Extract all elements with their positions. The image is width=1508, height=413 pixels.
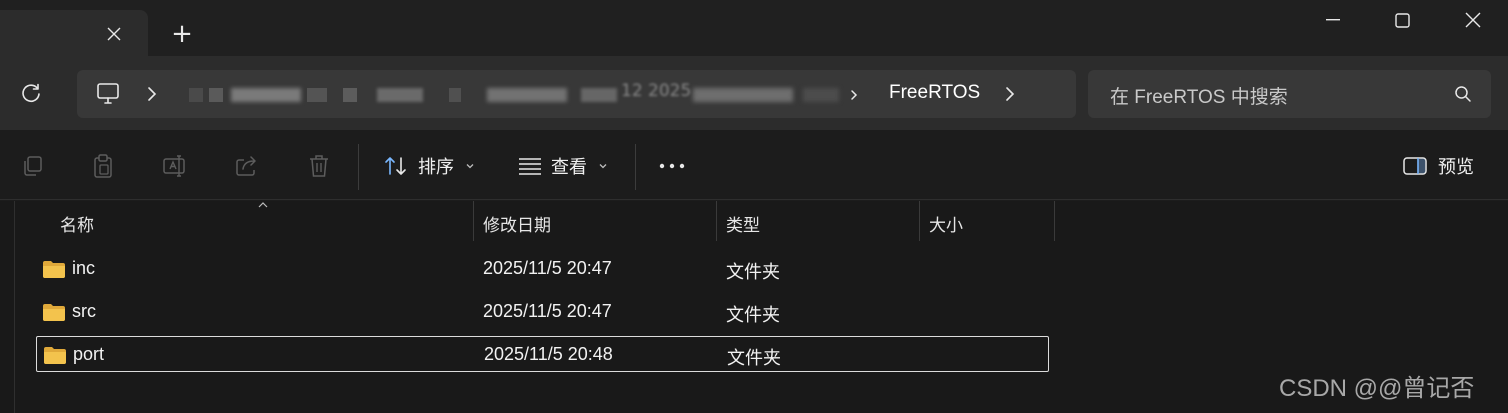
- chevron-down-icon: [599, 164, 607, 169]
- sort-icon: [385, 157, 406, 175]
- minimize-button[interactable]: [1310, 4, 1356, 36]
- file-modified: 2025/11/5 20:47: [483, 258, 612, 278]
- file-row[interactable]: src 2025/11/5 20:47 文件夹: [36, 294, 1049, 330]
- file-name: src: [72, 301, 96, 321]
- file-row-selected[interactable]: port 2025/11/5 20:48 文件夹: [36, 336, 1049, 372]
- preview-button[interactable]: 预览: [1402, 150, 1474, 182]
- file-name: port: [73, 344, 105, 364]
- view-label: 查看: [551, 157, 587, 178]
- search-icon[interactable]: [1454, 85, 1472, 103]
- window-close-button[interactable]: [1450, 4, 1496, 36]
- more-icon: [659, 163, 685, 169]
- breadcrumb-current-folder[interactable]: FreeRTOS: [889, 82, 980, 104]
- sort-button[interactable]: 排序: [383, 150, 475, 182]
- sort-ascending-icon: [257, 201, 269, 209]
- title-bar: +: [0, 0, 1508, 56]
- toolbar-divider: [358, 144, 359, 190]
- maximize-button[interactable]: [1379, 4, 1425, 36]
- computer-icon[interactable]: [95, 81, 121, 107]
- watermark-text: CSDN @@曾记否: [1279, 375, 1475, 402]
- view-list-icon: [519, 158, 541, 175]
- column-header-type[interactable]: 类型: [726, 211, 760, 236]
- column-divider[interactable]: [1054, 201, 1055, 241]
- search-placeholder: 在 FreeRTOS 中搜索: [1110, 87, 1288, 108]
- column-divider[interactable]: [919, 201, 920, 241]
- chevron-down-icon: [466, 164, 474, 169]
- command-bar: 排序 查看 预览: [0, 130, 1508, 200]
- preview-pane-icon: [1403, 157, 1427, 175]
- rename-icon[interactable]: [161, 152, 189, 180]
- share-icon[interactable]: [233, 152, 261, 180]
- file-modified: 2025/11/5 20:47: [483, 301, 612, 321]
- trash-icon[interactable]: [305, 152, 333, 180]
- tab-close-icon[interactable]: [102, 22, 126, 46]
- folder-icon: [43, 304, 65, 321]
- sort-label: 排序: [418, 157, 454, 178]
- search-input[interactable]: 在 FreeRTOS 中搜索: [1088, 70, 1491, 118]
- toolbar-divider: [635, 144, 636, 190]
- navigation-bar: 12 2025 FreeRTOS 在 FreeRTOS 中搜索: [0, 56, 1508, 130]
- file-type: 文件夹: [726, 305, 780, 326]
- refresh-button[interactable]: [14, 76, 48, 110]
- breadcrumb-chevron-icon[interactable]: [849, 87, 859, 103]
- column-header-row: 名称 修改日期 类型 大小: [0, 201, 1060, 241]
- paste-icon[interactable]: [89, 152, 117, 180]
- column-header-name[interactable]: 名称: [60, 211, 94, 236]
- folder-icon: [44, 347, 66, 364]
- file-row[interactable]: inc 2025/11/5 20:47 文件夹: [36, 251, 1049, 287]
- preview-label: 预览: [1438, 157, 1474, 178]
- file-modified: 2025/11/5 20:48: [484, 344, 613, 364]
- file-type: 文件夹: [726, 262, 780, 283]
- breadcrumb-chevron-icon[interactable]: [145, 84, 159, 104]
- breadcrumb-partial-text: 12 2025: [621, 81, 692, 101]
- refresh-icon[interactable]: [20, 82, 42, 104]
- more-options-button[interactable]: [654, 152, 690, 180]
- address-bar[interactable]: 12 2025 FreeRTOS: [77, 70, 1076, 118]
- column-header-size[interactable]: 大小: [929, 211, 963, 236]
- view-button[interactable]: 查看: [518, 150, 608, 182]
- plus-icon[interactable]: +: [171, 21, 193, 47]
- column-header-modified[interactable]: 修改日期: [483, 211, 551, 236]
- tab-current[interactable]: [0, 10, 148, 56]
- copy-icon[interactable]: [18, 152, 46, 180]
- breadcrumb-chevron-icon[interactable]: [1003, 84, 1017, 104]
- file-name: inc: [72, 258, 96, 278]
- column-divider[interactable]: [716, 201, 717, 241]
- column-divider[interactable]: [473, 201, 474, 241]
- folder-icon: [43, 261, 65, 278]
- new-tab-button[interactable]: +: [168, 20, 196, 48]
- file-type: 文件夹: [727, 348, 781, 369]
